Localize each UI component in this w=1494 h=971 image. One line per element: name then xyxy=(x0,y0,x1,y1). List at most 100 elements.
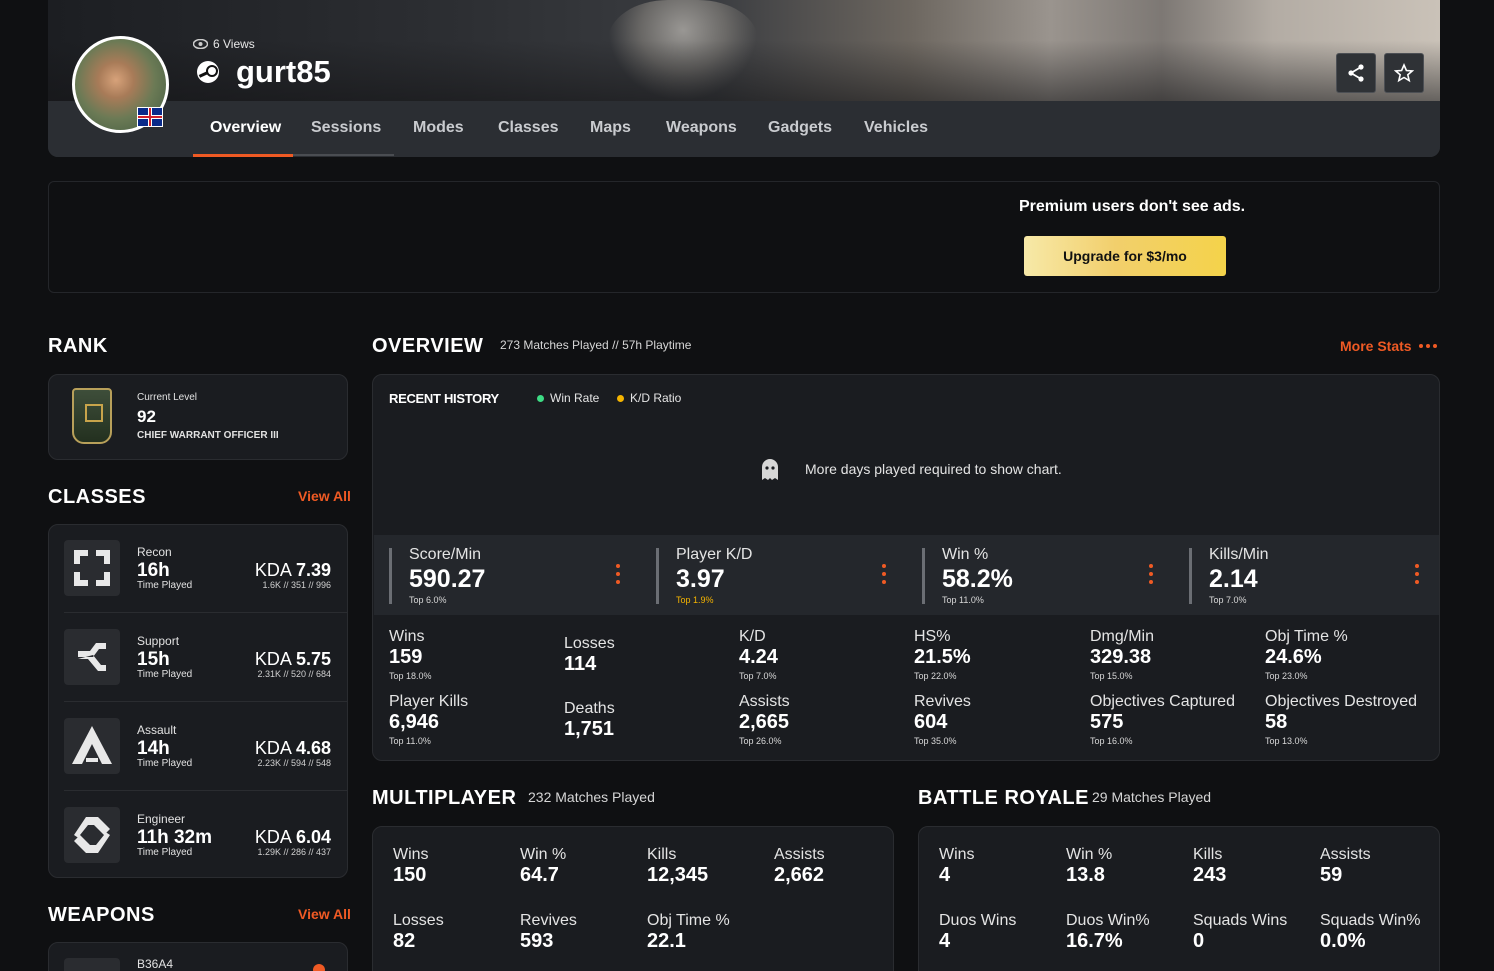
stat-value: 2,665 xyxy=(739,711,790,733)
ad-text: Premium users don't see ads. xyxy=(1019,198,1246,215)
stat-value: 22.1 xyxy=(647,930,686,952)
stat-value: 58.2% xyxy=(942,565,1013,593)
stat-value: 2,662 xyxy=(774,864,825,886)
stat-rank: Top 1.9% xyxy=(676,595,714,605)
rank-insignia-icon xyxy=(72,388,112,444)
class-kda: KDA 5.75 xyxy=(254,649,331,669)
stat-value: 6,946 xyxy=(389,711,440,733)
stat-label: Score/Min xyxy=(409,546,482,563)
support-class-icon xyxy=(64,629,120,685)
class-kda: KDA 6.04 xyxy=(254,827,331,847)
stat-label: Losses xyxy=(393,912,444,929)
tab-maps[interactable]: Maps xyxy=(590,119,631,137)
stat-label: Obj Time % xyxy=(647,912,730,929)
tab-classes[interactable]: Classes xyxy=(498,119,559,137)
stat-rank: Top 22.0% xyxy=(914,671,957,681)
top-stats-strip xyxy=(374,535,1439,615)
ghost-icon xyxy=(757,456,783,487)
stat-value: 13.8 xyxy=(1066,864,1105,886)
recon-class-icon xyxy=(64,540,120,596)
rank-name: CHIEF WARRANT OFFICER III xyxy=(137,430,279,441)
stat-rank: Top 26.0% xyxy=(739,736,782,746)
stat-rank: Top 13.0% xyxy=(1265,736,1308,746)
tab-weapons[interactable]: Weapons xyxy=(666,119,737,137)
stat-value: 82 xyxy=(393,930,416,952)
legend-win-rate[interactable]: Win Rate xyxy=(537,391,599,405)
weapons-view-all-link[interactable]: View All xyxy=(298,906,351,922)
stat-value: 1,751 xyxy=(564,718,615,740)
stat-value: 3.97 xyxy=(676,565,725,593)
star-icon xyxy=(1394,63,1414,83)
stat-label: Kills xyxy=(647,846,677,863)
stat-value: 159 xyxy=(389,646,423,668)
tab-modes[interactable]: Modes xyxy=(413,119,464,137)
battle-royale-subtitle: 29 Matches Played xyxy=(1092,789,1212,805)
stat-value: 0 xyxy=(1193,930,1205,952)
class-kda-breakdown: 1.29K // 286 // 437 xyxy=(257,847,331,857)
stat-rank: Top 23.0% xyxy=(1265,671,1308,681)
stat-value: 593 xyxy=(520,930,554,952)
more-stats-link[interactable]: More Stats xyxy=(1340,338,1412,354)
views-count: 6 Views xyxy=(193,37,255,51)
more-options-icon[interactable] xyxy=(1419,344,1437,348)
tab-overview[interactable]: Overview xyxy=(210,119,281,137)
stat-value: 604 xyxy=(914,711,948,733)
stat-menu-icon[interactable] xyxy=(616,564,620,588)
tab-gadgets[interactable]: Gadgets xyxy=(768,119,832,137)
battle-royale-title: BATTLE ROYALE xyxy=(918,787,1089,809)
active-tab-indicator xyxy=(193,154,293,157)
upgrade-button[interactable]: Upgrade for $3/mo xyxy=(1024,236,1226,276)
uk-flag-icon xyxy=(137,107,163,127)
stat-label: K/D xyxy=(739,628,766,645)
stat-label: Revives xyxy=(520,912,577,929)
stat-label: Assists xyxy=(774,846,825,863)
weapon-icon xyxy=(64,958,120,971)
stat-label: Losses xyxy=(564,635,615,652)
overview-subtitle: 273 Matches Played // 57h Playtime xyxy=(500,338,692,352)
class-time: 16h xyxy=(137,560,170,581)
stat-rank: Top 35.0% xyxy=(914,736,957,746)
class-name: Support xyxy=(137,634,180,648)
rank-level: 92 xyxy=(137,407,156,426)
favorite-button[interactable] xyxy=(1384,53,1424,93)
stat-label: Wins xyxy=(393,846,429,863)
stat-value: 114 xyxy=(564,653,597,675)
stat-value: 150 xyxy=(393,864,427,886)
weapon-badge-icon xyxy=(313,964,325,971)
stat-rank: Top 6.0% xyxy=(409,595,447,605)
player-name: gurt85 xyxy=(236,54,331,89)
stat-label: Wins xyxy=(939,846,975,863)
weapon-name: B36A4 xyxy=(137,957,174,971)
stat-menu-icon[interactable] xyxy=(1149,564,1153,588)
divider xyxy=(64,701,348,702)
recent-history-label: RECENT HISTORY xyxy=(389,391,499,406)
tab-sessions[interactable]: Sessions xyxy=(311,119,381,137)
stat-label: Win % xyxy=(520,846,567,863)
class-time: 15h xyxy=(137,649,170,670)
legend-kd-ratio[interactable]: K/D Ratio xyxy=(617,391,681,405)
class-time-label: Time Played xyxy=(137,580,193,591)
tab-vehicles[interactable]: Vehicles xyxy=(864,119,928,137)
stat-label: Win % xyxy=(942,546,989,563)
stat-accent-bar xyxy=(1189,548,1192,604)
stat-menu-icon[interactable] xyxy=(1415,564,1419,588)
class-kda: KDA 7.39 xyxy=(254,560,331,580)
stat-label: Objectives Captured xyxy=(1090,693,1235,710)
stat-menu-icon[interactable] xyxy=(882,564,886,588)
weapons-title: WEAPONS xyxy=(48,904,155,926)
chart-empty-message: More days played required to show chart. xyxy=(805,461,1062,477)
stat-value: 575 xyxy=(1090,711,1124,733)
stat-label: Squads Win% xyxy=(1320,912,1421,929)
stat-rank: Top 7.0% xyxy=(739,671,777,681)
share-button[interactable] xyxy=(1336,53,1376,93)
class-kda-breakdown: 2.23K // 594 // 548 xyxy=(257,758,331,768)
class-name: Recon xyxy=(137,545,172,559)
overview-title: OVERVIEW xyxy=(372,335,484,357)
classes-view-all-link[interactable]: View All xyxy=(298,488,351,504)
divider xyxy=(64,790,348,791)
stat-label: Assists xyxy=(739,693,790,710)
stat-value: 24.6% xyxy=(1265,646,1322,668)
stat-label: Revives xyxy=(914,693,971,710)
divider xyxy=(64,612,348,613)
stat-label: HS% xyxy=(914,628,951,645)
